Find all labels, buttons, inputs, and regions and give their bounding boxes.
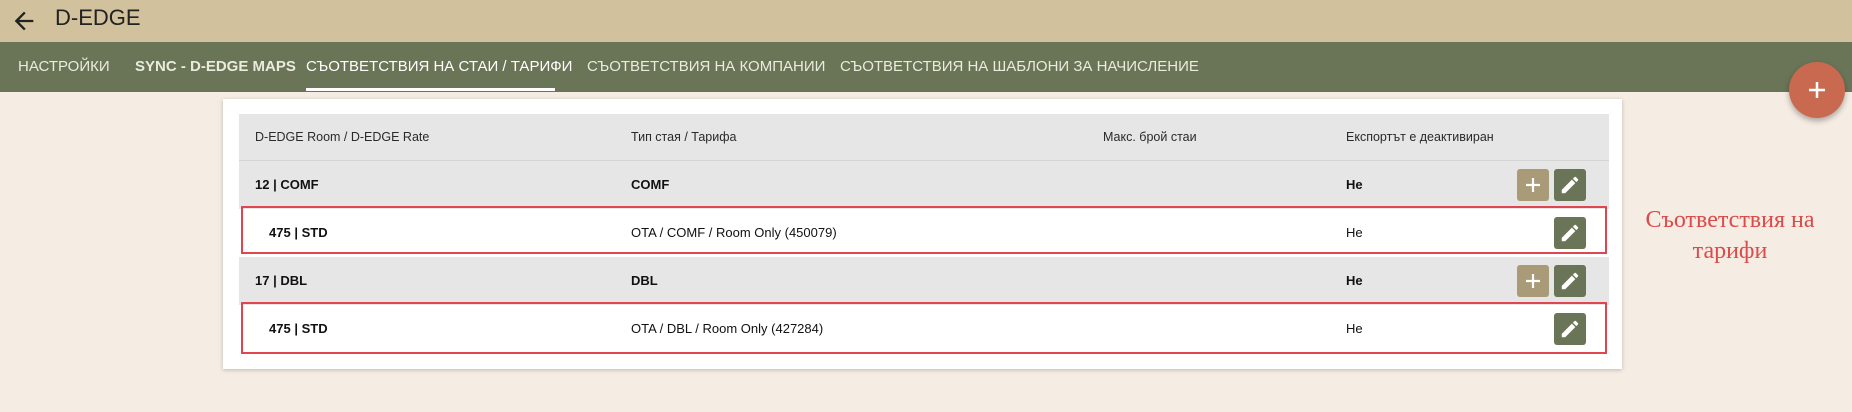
table-header: D-EDGE Room / D-EDGE Rate Тип стая / Тар… bbox=[239, 114, 1609, 161]
pencil-icon bbox=[1561, 272, 1579, 290]
dedge-room-cell: 17 | DBL bbox=[255, 273, 308, 288]
room-type-cell: COMF bbox=[631, 177, 670, 192]
plus-icon bbox=[1526, 274, 1540, 288]
tab-bar: НАСТРОЙКИ SYNC - D-EDGE MAPS СЪОТВЕТСТВИ… bbox=[0, 42, 1852, 92]
arrow-left-icon bbox=[14, 11, 34, 31]
annotation-line: тарифи bbox=[1692, 238, 1768, 264]
dedge-code: DBL bbox=[280, 273, 308, 288]
edit-button[interactable] bbox=[1554, 265, 1586, 297]
room-type-cell: DBL bbox=[631, 273, 658, 288]
tab-room-rate-mappings[interactable]: СЪОТВЕТСТВИЯ НА СТАИ / ТАРИФИ bbox=[306, 42, 572, 92]
annotation-label: Съответствия на тарифи bbox=[1620, 205, 1840, 267]
table-row: 12 | COMF COMF Не bbox=[239, 161, 1609, 209]
header-room-type-rate: Тип стая / Тарифа bbox=[631, 130, 737, 144]
highlight-box bbox=[241, 302, 1607, 354]
tab-charge-template-mappings[interactable]: СЪОТВЕТСТВИЯ НА ШАБЛОНИ ЗА НАЧИСЛЕНИЕ bbox=[840, 42, 1199, 92]
app-bar: D-EDGE bbox=[0, 0, 1852, 42]
active-tab-indicator bbox=[306, 88, 555, 91]
back-button[interactable] bbox=[10, 7, 38, 35]
tab-sync-dedge-maps[interactable]: SYNC - D-EDGE MAPS bbox=[135, 42, 296, 92]
dedge-id: 12 bbox=[255, 177, 270, 192]
tab-settings[interactable]: НАСТРОЙКИ bbox=[18, 42, 110, 92]
header-dedge-room-rate: D-EDGE Room / D-EDGE Rate bbox=[255, 130, 430, 144]
add-rate-button[interactable] bbox=[1517, 265, 1549, 297]
header-max-rooms: Макс. брой стаи bbox=[1103, 130, 1197, 144]
highlight-box bbox=[241, 206, 1607, 254]
annotation-line: Съответствия на bbox=[1645, 207, 1815, 233]
pencil-icon bbox=[1561, 176, 1579, 194]
export-disabled-cell: Не bbox=[1346, 273, 1363, 288]
table-row: 17 | DBL DBL Не bbox=[239, 257, 1609, 305]
plus-icon bbox=[1526, 178, 1540, 192]
add-fab-button[interactable] bbox=[1789, 62, 1845, 118]
app-title: D-EDGE bbox=[55, 5, 141, 30]
dedge-id: 17 bbox=[255, 273, 270, 288]
export-disabled-cell: Не bbox=[1346, 177, 1363, 192]
tab-company-mappings[interactable]: СЪОТВЕТСТВИЯ НА КОМПАНИИ bbox=[587, 42, 825, 92]
add-rate-button[interactable] bbox=[1517, 169, 1549, 201]
plus-icon bbox=[1809, 82, 1825, 98]
dedge-code: COMF bbox=[280, 177, 319, 192]
edit-button[interactable] bbox=[1554, 169, 1586, 201]
dedge-room-cell: 12 | COMF bbox=[255, 177, 319, 192]
header-export-disabled: Експортът е деактивиран bbox=[1346, 130, 1494, 144]
